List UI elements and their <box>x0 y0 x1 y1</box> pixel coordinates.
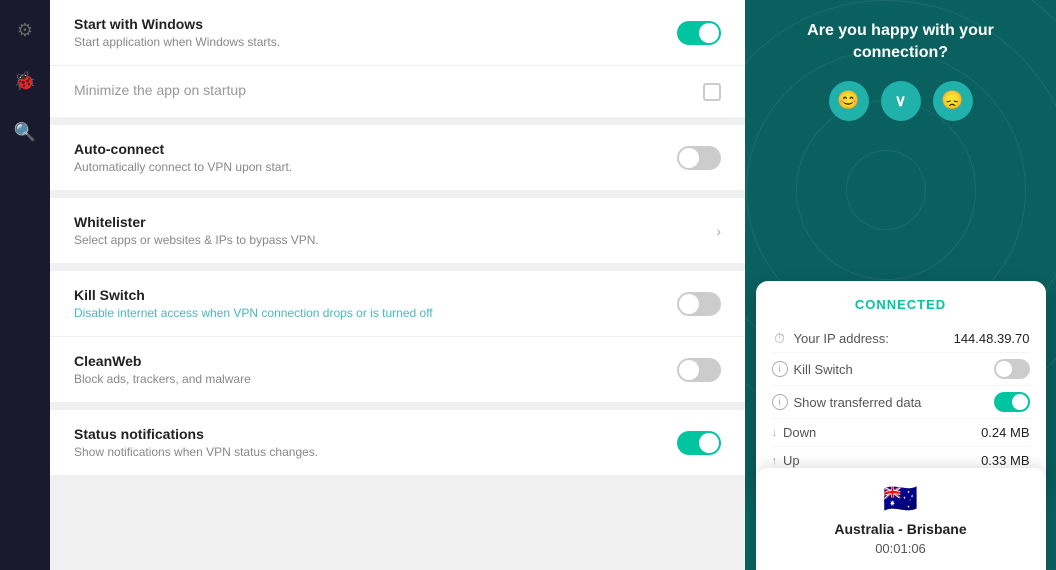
status-notifications-item: Status notifications Show notifications … <box>50 410 745 475</box>
whitelister-item[interactable]: Whitelister Select apps or websites & IP… <box>50 198 745 263</box>
up-arrow-icon: ↑ <box>772 455 778 467</box>
location-name: Australia - Brisbane <box>772 521 1030 537</box>
question-text: Are you happy with your connection? <box>791 20 1011 65</box>
bug-icon[interactable]: 🐞 <box>14 71 36 92</box>
search-icon[interactable]: 🔍 <box>14 122 36 143</box>
up-value: 0.33 MB <box>981 453 1029 468</box>
settings-panel: Start with Windows Start application whe… <box>50 0 745 570</box>
transferred-toggle[interactable] <box>994 392 1030 412</box>
ip-row: ⏱ Your IP address: 144.48.39.70 <box>772 324 1030 353</box>
question-card: Are you happy with your connection? 😊 ∨ … <box>791 20 1011 121</box>
kill-switch-toggle[interactable] <box>677 292 721 316</box>
emoji-buttons: 😊 ∨ 😞 <box>791 81 1011 121</box>
down-label: Down <box>783 425 816 440</box>
cleanweb-desc: Block ads, trackers, and malware <box>74 372 251 386</box>
status-notifications-desc: Show notifications when VPN status chang… <box>74 445 318 459</box>
cleanweb-item: CleanWeb Block ads, trackers, and malwar… <box>50 337 745 402</box>
start-windows-desc: Start application when Windows starts. <box>74 35 280 49</box>
transferred-info-icon: i <box>772 394 788 410</box>
autoconnect-section: Auto-connect Automatically connect to VP… <box>50 125 745 190</box>
status-notifications-toggle[interactable] <box>677 431 721 455</box>
down-value: 0.24 MB <box>981 425 1029 440</box>
minimize-startup-item: Minimize the app on startup <box>50 66 745 117</box>
connected-label: CONNECTED <box>772 297 1030 312</box>
auto-connect-toggle[interactable] <box>677 146 721 170</box>
kill-switch-item: Kill Switch Disable internet access when… <box>50 271 745 337</box>
ip-label: Your IP address: <box>794 331 889 346</box>
whitelister-title: Whitelister <box>74 214 319 230</box>
kill-switch-row-label: Kill Switch <box>794 362 853 377</box>
connection-time: 00:01:06 <box>772 541 1030 556</box>
cleanweb-title: CleanWeb <box>74 353 251 369</box>
start-windows-toggle[interactable] <box>677 21 721 45</box>
auto-connect-title: Auto-connect <box>74 141 292 157</box>
security-section: Kill Switch Disable internet access when… <box>50 271 745 402</box>
kill-switch-title: Kill Switch <box>74 287 433 303</box>
transferred-label: Show transferred data <box>794 395 922 410</box>
minimize-startup-title: Minimize the app on startup <box>74 82 246 98</box>
start-windows-item: Start with Windows Start application whe… <box>50 0 745 66</box>
cleanweb-toggle[interactable] <box>677 358 721 382</box>
happy-button[interactable]: 😊 <box>829 81 869 121</box>
sad-button[interactable]: 😞 <box>933 81 973 121</box>
connected-card: CONNECTED ⏱ Your IP address: 144.48.39.7… <box>756 281 1046 490</box>
kill-switch-card-toggle[interactable] <box>994 359 1030 379</box>
up-label: Up <box>783 453 800 468</box>
status-notifications-title: Status notifications <box>74 426 318 442</box>
whitelister-section: Whitelister Select apps or websites & IP… <box>50 198 745 263</box>
kill-switch-row: i Kill Switch <box>772 353 1030 386</box>
settings-icon[interactable]: ⚙ <box>17 20 33 41</box>
kill-switch-info-icon: i <box>772 361 788 377</box>
transferred-row: i Show transferred data <box>772 386 1030 419</box>
startup-section: Start with Windows Start application whe… <box>50 0 745 117</box>
whitelister-chevron: › <box>716 223 721 239</box>
ip-value: 144.48.39.70 <box>954 331 1030 346</box>
sidebar: ⚙ 🐞 🔍 <box>0 0 50 570</box>
location-card: 🇦🇺 Australia - Brisbane 00:01:06 <box>756 468 1046 570</box>
notifications-section: Status notifications Show notifications … <box>50 410 745 475</box>
country-flag: 🇦🇺 <box>772 482 1030 515</box>
start-windows-title: Start with Windows <box>74 16 280 32</box>
auto-connect-desc: Automatically connect to VPN upon start. <box>74 160 292 174</box>
down-arrow-icon: ↓ <box>772 427 778 439</box>
chevron-down-button[interactable]: ∨ <box>881 81 921 121</box>
ip-icon: ⏱ <box>772 330 788 346</box>
auto-connect-item: Auto-connect Automatically connect to VP… <box>50 125 745 190</box>
minimize-startup-checkbox[interactable] <box>703 83 721 101</box>
vpn-panel: Are you happy with your connection? 😊 ∨ … <box>745 0 1056 570</box>
whitelister-desc: Select apps or websites & IPs to bypass … <box>74 233 319 247</box>
down-row: ↓ Down 0.24 MB <box>772 419 1030 447</box>
kill-switch-desc: Disable internet access when VPN connect… <box>74 306 433 320</box>
